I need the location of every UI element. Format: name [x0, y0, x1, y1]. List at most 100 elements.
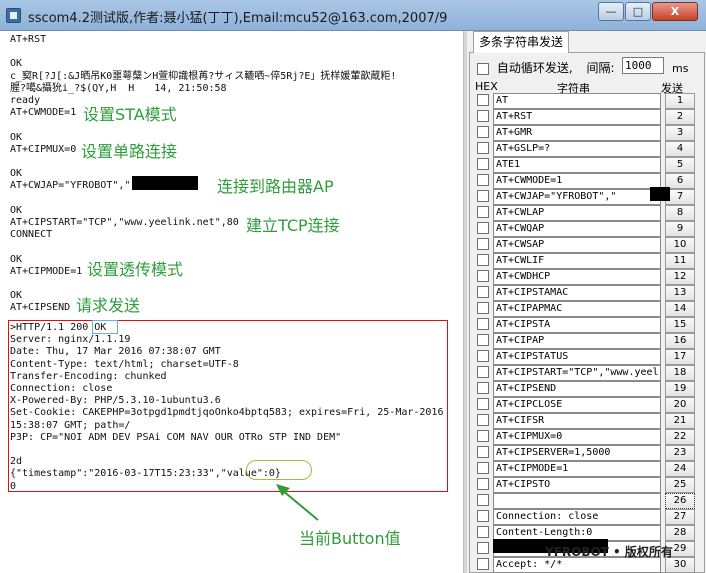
tab-multi-string-send[interactable]: 多条字符串发送 — [473, 31, 569, 53]
send-button[interactable]: 5 — [665, 157, 695, 173]
string-row: AT+CIFSR 21 — [473, 413, 705, 429]
hex-checkbox[interactable] — [477, 94, 489, 106]
send-button[interactable]: 11 — [665, 253, 695, 269]
send-button[interactable]: 9 — [665, 221, 695, 237]
string-input[interactable]: AT+CIPSTO — [493, 477, 661, 493]
hex-checkbox[interactable] — [477, 382, 489, 394]
string-input[interactable]: AT+CWMODE=1 — [493, 173, 661, 189]
string-input[interactable]: AT+CIFSR — [493, 413, 661, 429]
hex-checkbox[interactable] — [477, 318, 489, 330]
receive-line: AT+RST — [10, 34, 47, 45]
hex-checkbox[interactable] — [477, 334, 489, 346]
string-input[interactable]: AT+CIPSTATUS — [493, 349, 661, 365]
receive-line: OK — [10, 168, 23, 180]
hex-checkbox[interactable] — [477, 222, 489, 234]
string-input[interactable]: AT+CIPMODE=1 — [493, 461, 661, 477]
minimize-button[interactable]: — — [598, 2, 624, 21]
string-input[interactable]: AT+CWJAP="YFROBOT"," — [493, 189, 661, 205]
send-button[interactable]: 27 — [665, 509, 695, 525]
string-input[interactable]: AT+CIPSERVER=1,5000 — [493, 445, 661, 461]
string-input[interactable]: AT+CWLAP — [493, 205, 661, 221]
string-input[interactable]: AT+GMR — [493, 125, 661, 141]
hex-checkbox[interactable] — [477, 430, 489, 442]
string-input[interactable]: AT+CWQAP — [493, 221, 661, 237]
string-input[interactable]: AT+CIPSEND — [493, 381, 661, 397]
send-button[interactable]: 20 — [665, 397, 695, 413]
hex-checkbox[interactable] — [477, 158, 489, 170]
hex-checkbox[interactable] — [477, 286, 489, 298]
interval-input[interactable]: 1000 — [622, 57, 664, 74]
hex-checkbox[interactable] — [477, 126, 489, 138]
string-input[interactable]: AT+CIPAPMAC — [493, 301, 661, 317]
send-button[interactable]: 2 — [665, 109, 695, 125]
string-input[interactable]: AT+CWDHCP — [493, 269, 661, 285]
send-button[interactable]: 21 — [665, 413, 695, 429]
hex-checkbox[interactable] — [477, 462, 489, 474]
hex-checkbox[interactable] — [477, 174, 489, 186]
send-button[interactable]: 1 — [665, 93, 695, 109]
string-input[interactable]: AT+CWSAP — [493, 237, 661, 253]
column-hex: HEX — [475, 80, 498, 93]
maximize-button[interactable]: □ — [625, 2, 651, 21]
send-button[interactable]: 3 — [665, 125, 695, 141]
string-input[interactable]: AT+GSLP=? — [493, 141, 661, 157]
send-button[interactable]: 28 — [665, 525, 695, 541]
send-button[interactable]: 17 — [665, 349, 695, 365]
auto-loop-checkbox[interactable] — [477, 62, 489, 75]
hex-checkbox[interactable] — [477, 478, 489, 490]
close-button[interactable]: X — [652, 2, 698, 21]
hex-checkbox[interactable] — [477, 238, 489, 250]
string-input[interactable]: AT+CWLIF — [493, 253, 661, 269]
hex-checkbox[interactable] — [477, 494, 489, 506]
send-button[interactable]: 19 — [665, 381, 695, 397]
string-row: AT+CIPSTAMAC 13 — [473, 285, 705, 301]
string-input[interactable]: AT+RST — [493, 109, 661, 125]
send-button[interactable]: 25 — [665, 477, 695, 493]
hex-checkbox[interactable] — [477, 558, 489, 570]
string-row: AT+CWLIF 11 — [473, 253, 705, 269]
string-input[interactable]: ATE1 — [493, 157, 661, 173]
string-input[interactable]: AT+CIPCLOSE — [493, 397, 661, 413]
receive-line: AT+CIPSEND — [10, 302, 71, 314]
string-row: AT+CWQAP 9 — [473, 221, 705, 237]
hex-checkbox[interactable] — [477, 350, 489, 362]
hex-checkbox[interactable] — [477, 302, 489, 314]
string-input[interactable]: AT+CIPSTAMAC — [493, 285, 661, 301]
send-button[interactable]: 26 — [665, 493, 695, 509]
string-input[interactable]: Connection: close — [493, 509, 661, 525]
string-input[interactable]: AT+CIPAP — [493, 333, 661, 349]
hex-checkbox[interactable] — [477, 270, 489, 282]
string-input[interactable]: AT — [493, 93, 661, 109]
hex-checkbox[interactable] — [477, 206, 489, 218]
send-button[interactable]: 18 — [665, 365, 695, 381]
string-row: AT+CIPSTA 15 — [473, 317, 705, 333]
send-button[interactable]: 24 — [665, 461, 695, 477]
hex-checkbox[interactable] — [477, 190, 489, 202]
string-input[interactable]: AT+CIPSTA — [493, 317, 661, 333]
send-button[interactable]: 23 — [665, 445, 695, 461]
send-button[interactable]: 13 — [665, 285, 695, 301]
title-bar: sscom4.2测试版,作者:聂小猛(丁丁),Email:mcu52@163.c… — [0, 0, 706, 31]
hex-checkbox[interactable] — [477, 510, 489, 522]
hex-checkbox[interactable] — [477, 542, 489, 554]
hex-checkbox[interactable] — [477, 526, 489, 538]
hex-checkbox[interactable] — [477, 110, 489, 122]
string-input[interactable]: AT+CIPSTART="TCP","www.yeel — [493, 365, 661, 381]
hex-checkbox[interactable] — [477, 254, 489, 266]
send-button[interactable]: 4 — [665, 141, 695, 157]
string-input[interactable]: AT+CIPMUX=0 — [493, 429, 661, 445]
hex-checkbox[interactable] — [477, 366, 489, 378]
send-button[interactable]: 10 — [665, 237, 695, 253]
send-button[interactable]: 14 — [665, 301, 695, 317]
send-button[interactable]: 8 — [665, 205, 695, 221]
send-button[interactable]: 12 — [665, 269, 695, 285]
string-input[interactable] — [493, 493, 661, 509]
receive-textarea[interactable]: AT+RST OK c_窫R[?J[:&J晒吊K0噩萼蘖ンH萱枊識根苒?サィス轆哂~… — [6, 31, 464, 573]
hex-checkbox[interactable] — [477, 414, 489, 426]
hex-checkbox[interactable] — [477, 142, 489, 154]
send-button[interactable]: 22 — [665, 429, 695, 445]
send-button[interactable]: 16 — [665, 333, 695, 349]
send-button[interactable]: 15 — [665, 317, 695, 333]
hex-checkbox[interactable] — [477, 446, 489, 458]
hex-checkbox[interactable] — [477, 398, 489, 410]
